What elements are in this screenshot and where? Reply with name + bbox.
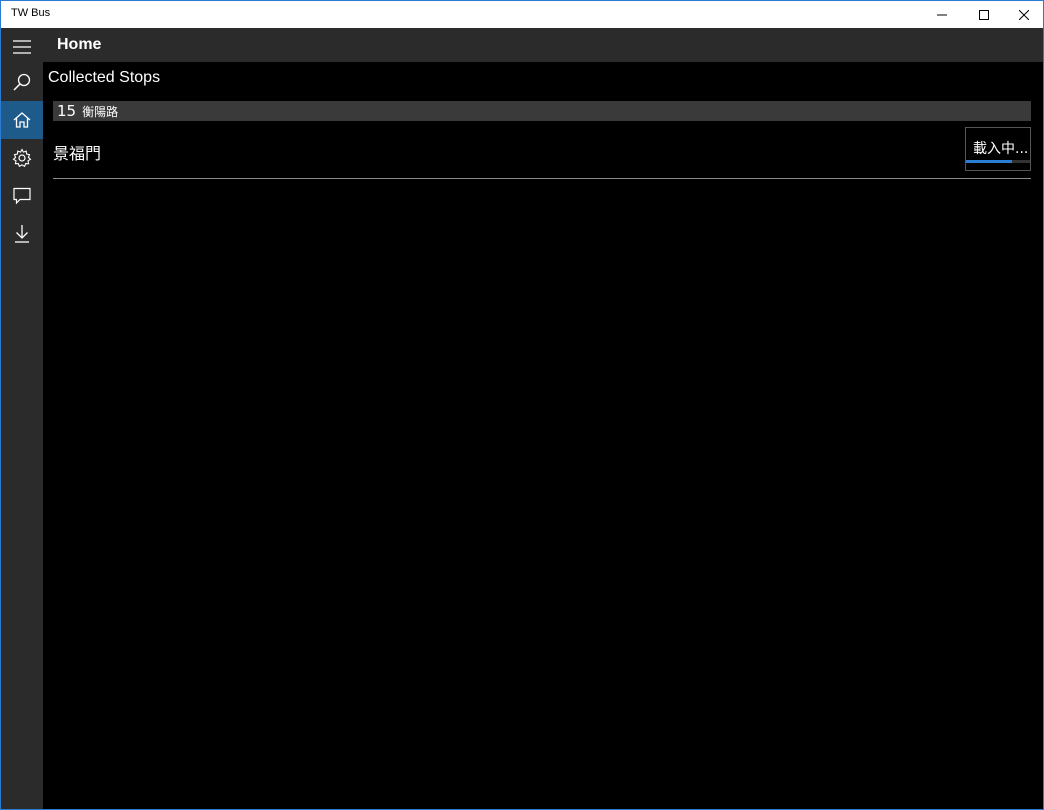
hamburger-menu-button[interactable] bbox=[1, 28, 43, 66]
stop-list-item[interactable]: 景福門 載入中... bbox=[53, 126, 1031, 179]
nav-item-feedback[interactable] bbox=[1, 177, 43, 215]
arrival-status-badge: 載入中... bbox=[965, 127, 1031, 171]
app-window: TW Bus Home Collected Stops 15 衡陽路 景福門 載… bbox=[0, 0, 1044, 810]
close-icon bbox=[1019, 9, 1029, 20]
nav-item-search[interactable] bbox=[1, 63, 43, 101]
route-number: 15 bbox=[57, 102, 77, 120]
home-icon bbox=[13, 112, 31, 128]
route-name: 衡陽路 bbox=[82, 105, 119, 119]
route-group-header[interactable]: 15 衡陽路 bbox=[53, 101, 1031, 121]
nav-item-home[interactable] bbox=[1, 101, 43, 139]
arrival-status-text: 載入中... bbox=[973, 141, 1029, 157]
hamburger-menu-icon bbox=[13, 40, 31, 54]
section-title-collected-stops: Collected Stops bbox=[48, 69, 161, 86]
close-button[interactable] bbox=[1001, 1, 1043, 28]
page-header: Home bbox=[43, 28, 1043, 62]
title-bar[interactable]: TW Bus bbox=[1, 1, 1043, 28]
loading-progress-bar bbox=[966, 160, 1030, 163]
nav-item-download[interactable] bbox=[1, 215, 43, 253]
maximize-icon bbox=[979, 9, 989, 20]
search-icon bbox=[13, 73, 31, 91]
chat-icon bbox=[13, 187, 31, 205]
download-icon bbox=[15, 225, 29, 243]
loading-progress-fill bbox=[966, 160, 1013, 163]
stop-name: 景福門 bbox=[53, 144, 102, 163]
main-content: Collected Stops 15 衡陽路 景福門 載入中... bbox=[43, 62, 1043, 809]
nav-rail bbox=[1, 28, 43, 809]
minimize-button[interactable] bbox=[919, 1, 965, 28]
gear-icon bbox=[12, 148, 32, 168]
minimize-icon bbox=[937, 14, 947, 15]
app-title: TW Bus bbox=[11, 7, 51, 19]
nav-item-settings[interactable] bbox=[1, 139, 43, 177]
page-title: Home bbox=[57, 36, 102, 53]
